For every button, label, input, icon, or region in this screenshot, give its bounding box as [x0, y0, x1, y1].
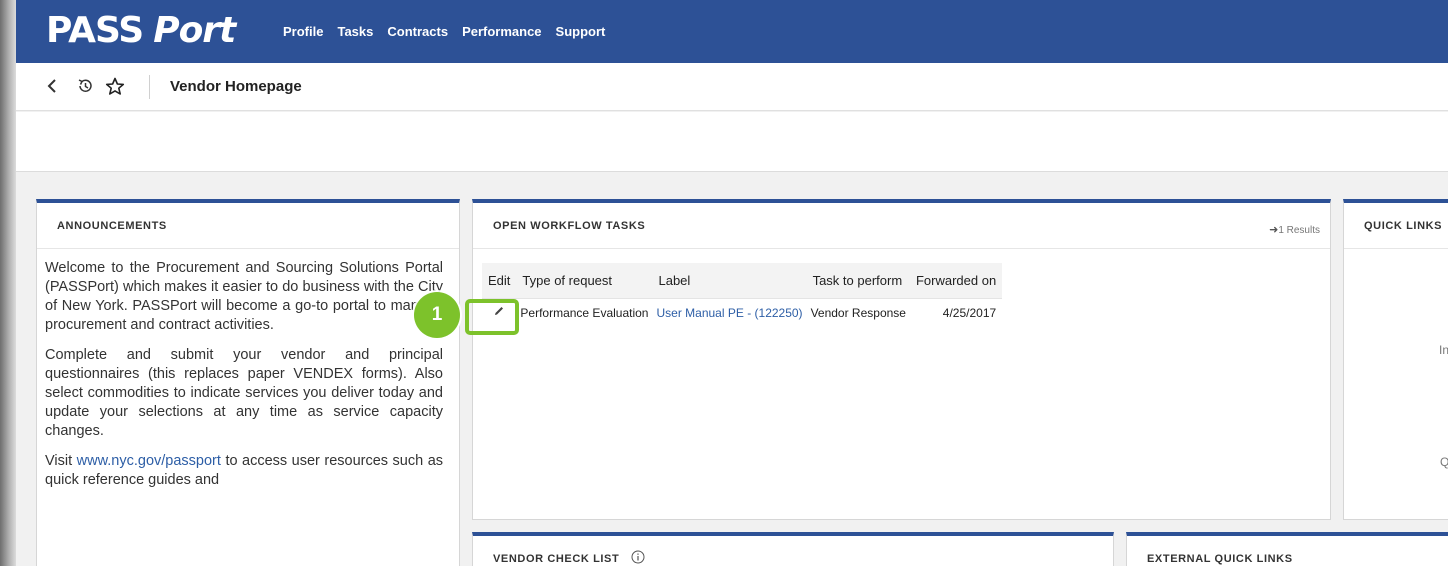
nav-tasks[interactable]: Tasks [337, 24, 373, 39]
quick-links-panel: QUICK LINKS In Q [1343, 199, 1448, 520]
results-count: ➜1 Results [1269, 224, 1320, 236]
column-header-forwarded[interactable]: Forwarded on [909, 263, 1003, 298]
chevron-left-icon[interactable] [46, 77, 58, 100]
page-title: Vendor Homepage [170, 78, 302, 95]
column-header-label[interactable]: Label [652, 263, 807, 298]
header-spacer [16, 112, 1448, 172]
logo-pass-text: PASS [46, 10, 144, 51]
nav-profile[interactable]: Profile [283, 24, 323, 39]
quick-link-fragment[interactable]: Q [1440, 455, 1448, 469]
nav-support[interactable]: Support [556, 24, 606, 39]
table-header-row: Edit Type of request Label Task to perfo… [482, 263, 1003, 298]
window-shadow-edge [0, 0, 16, 566]
label-link[interactable]: User Manual PE - (122250) [652, 297, 807, 327]
export-icon[interactable]: ➜ [1269, 224, 1278, 236]
top-navigation-bar: PASS Port Profile Tasks Contracts Perform… [16, 0, 1448, 63]
main-nav: Profile Tasks Contracts Performance Supp… [283, 0, 619, 63]
callout-highlight-box [465, 299, 519, 335]
workflow-tasks-panel: OPEN WORKFLOW TASKS ➜1 Results Edit Type… [472, 199, 1331, 520]
nav-contracts[interactable]: Contracts [387, 24, 448, 39]
announcement-paragraph: Visit www.nyc.gov/passport to access use… [45, 452, 443, 490]
forwarded-cell: 4/25/2017 [909, 297, 1003, 327]
announcements-heading: ANNOUNCEMENTS [37, 203, 459, 249]
vendor-check-list-header: VENDOR CHECK LIST [473, 536, 1113, 566]
info-icon[interactable] [631, 550, 645, 566]
toolbar-divider [149, 75, 150, 99]
star-icon[interactable] [105, 77, 125, 101]
quick-link-fragment[interactable]: In [1439, 343, 1448, 357]
table-row: Performance Evaluation User Manual PE - … [482, 297, 1003, 327]
vendor-check-list-panel: VENDOR CHECK LIST [472, 532, 1114, 566]
logo-port-text: Port [153, 10, 236, 51]
type-cell: Performance Evaluation [516, 297, 653, 327]
vendor-check-list-heading: VENDOR CHECK LIST [493, 552, 620, 565]
task-cell: Vendor Response [806, 297, 910, 327]
column-header-type[interactable]: Type of request [516, 263, 653, 298]
workflow-tasks-heading: OPEN WORKFLOW TASKS [473, 203, 1330, 249]
announcement-paragraph: Complete and submit your vendor and prin… [45, 347, 443, 439]
app-frame: PASS Port Profile Tasks Contracts Perform… [16, 0, 1448, 566]
column-header-edit[interactable]: Edit [482, 263, 517, 298]
history-icon[interactable] [76, 77, 94, 100]
announcements-body: Welcome to the Procurement and Sourcing … [37, 249, 459, 490]
quick-links-heading: QUICK LINKS [1344, 203, 1448, 249]
column-header-task[interactable]: Task to perform [806, 263, 910, 298]
callout-step-badge: 1 [414, 292, 460, 338]
passport-site-link[interactable]: www.nyc.gov/passport [77, 453, 221, 469]
external-quick-links-heading: EXTERNAL QUICK LINKS [1127, 536, 1448, 566]
page-toolbar: Vendor Homepage [16, 63, 1448, 111]
external-quick-links-panel: EXTERNAL QUICK LINKS [1126, 532, 1448, 566]
passport-logo[interactable]: PASS Port [46, 8, 236, 54]
nav-performance[interactable]: Performance [462, 24, 541, 39]
workflow-tasks-table: Edit Type of request Label Task to perfo… [482, 263, 1003, 327]
announcement-paragraph: Welcome to the Procurement and Sourcing … [45, 260, 443, 333]
announcements-panel: ANNOUNCEMENTS Welcome to the Procurement… [36, 199, 460, 566]
visit-text: Visit [45, 453, 73, 469]
